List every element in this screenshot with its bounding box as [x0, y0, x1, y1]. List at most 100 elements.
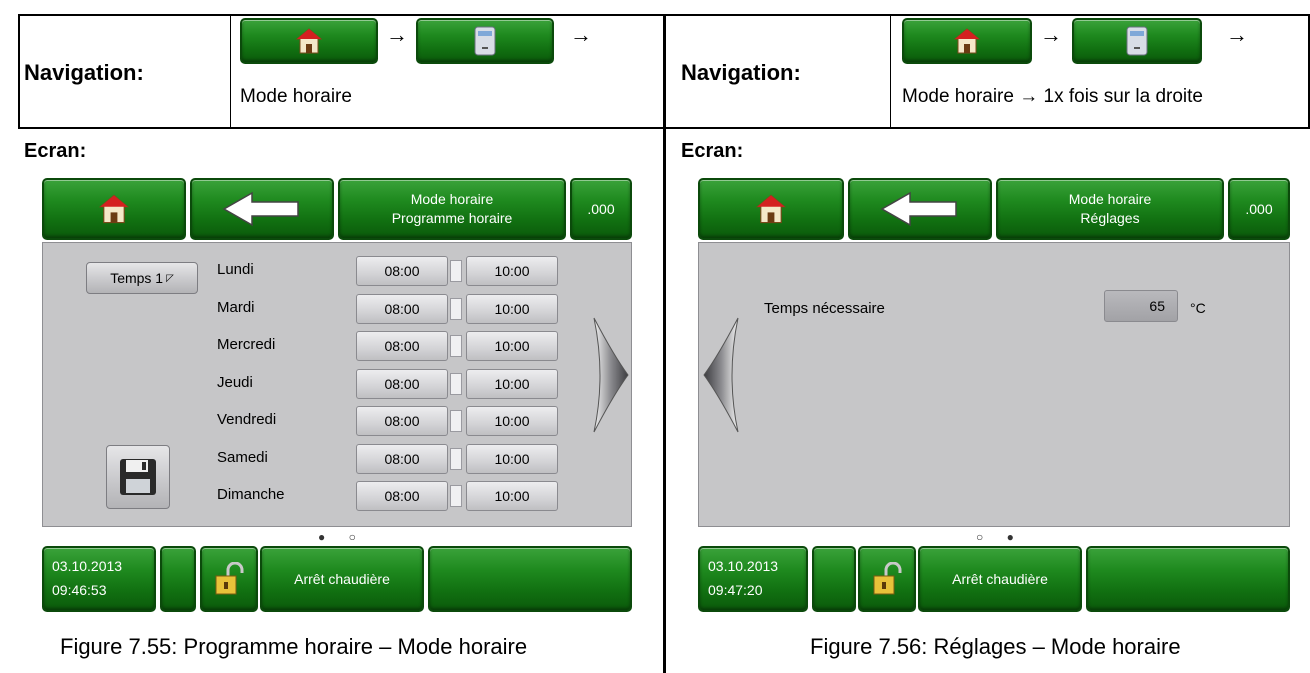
day-name: Mercredi [217, 336, 276, 353]
ecran-label-right: Ecran: [681, 140, 744, 162]
nav-path-text-right: Mode horaire → 1x fois sur la droite [902, 86, 1203, 107]
boiler-icon [474, 26, 496, 56]
nav-arrow-2: → [570, 22, 592, 47]
day-name: Samedi [217, 449, 268, 466]
end-time-field[interactable]: 10:00 [466, 369, 558, 399]
setting-unit: °C [1190, 300, 1206, 316]
time-text: 09:47:20 [708, 582, 763, 598]
time-separator [450, 410, 462, 432]
screen-title-button[interactable]: Mode horaire Programme horaire [338, 178, 566, 240]
unlocked-padlock-icon [873, 562, 902, 595]
screen-code: .000 [587, 200, 615, 217]
start-time-field[interactable]: 08:00 [356, 406, 448, 436]
day-name: Jeudi [217, 374, 253, 391]
screen-title-button-right[interactable]: Mode horaire Réglages [996, 178, 1224, 240]
setting-label: Temps nécessaire [764, 300, 885, 317]
table-col-divider-right [890, 14, 891, 129]
temps-button-label: Temps 1 [110, 270, 164, 286]
navigation-label: Navigation: [24, 60, 144, 85]
screen-code: .000 [1245, 200, 1273, 217]
save-button[interactable] [106, 445, 170, 509]
next-page-chevron-icon[interactable] [592, 316, 630, 434]
back-button-right[interactable] [848, 178, 992, 240]
time-separator [450, 260, 462, 282]
unlocked-padlock-icon [215, 562, 244, 595]
nav-boiler-button[interactable] [416, 18, 554, 64]
start-time-field[interactable]: 08:00 [356, 444, 448, 474]
back-button[interactable] [190, 178, 334, 240]
nav-path-text: Mode horaire [240, 86, 352, 107]
start-time-field[interactable]: 08:00 [356, 481, 448, 511]
table-left-border [18, 14, 20, 129]
code-button-right[interactable]: .000 [1228, 178, 1290, 240]
ecran-label: Ecran: [24, 140, 87, 162]
lock-button-right[interactable] [858, 546, 916, 612]
nav-arrow: → [386, 22, 408, 47]
footer-empty-button[interactable] [428, 546, 632, 612]
home-button-right[interactable] [698, 178, 844, 240]
time-separator [450, 298, 462, 320]
status-button[interactable]: Arrêt chaudière [260, 546, 424, 612]
start-time-field[interactable]: 08:00 [356, 369, 448, 399]
table-center-divider [663, 14, 666, 673]
footer-empty-button-right[interactable] [1086, 546, 1290, 612]
house-icon [295, 28, 323, 54]
end-time-field[interactable]: 10:00 [466, 444, 558, 474]
document-page: Navigation: → → Mode horaire Navigation:… [0, 0, 1310, 673]
table-col-divider [230, 14, 231, 129]
day-name: Vendredi [217, 411, 277, 428]
screen-title-line1: Mode horaire [410, 191, 494, 208]
setting-value: 65 [1149, 298, 1165, 314]
status-text: Arrêt chaudière [952, 570, 1048, 587]
screen-body-right [698, 242, 1290, 527]
end-time-field[interactable]: 10:00 [466, 294, 558, 324]
home-button[interactable] [42, 178, 186, 240]
page-indicator-right: ○ ● [976, 530, 1024, 544]
date-text: 03.10.2013 [708, 558, 779, 575]
day-name: Dimanche [217, 486, 285, 503]
floppy-disk-icon [120, 459, 156, 495]
navigation-label-right: Navigation: [681, 60, 801, 85]
status-button-right[interactable]: Arrêt chaudière [918, 546, 1082, 612]
end-time-field[interactable]: 10:00 [466, 481, 558, 511]
datetime-button[interactable]: 03.10.2013 09:46:53 [42, 546, 156, 612]
footer-blank-button-right[interactable] [812, 546, 856, 612]
nav-arrow-right: → [1040, 22, 1062, 47]
end-time-field[interactable]: 10:00 [466, 406, 558, 436]
nav-arrow-right-2: → [1226, 22, 1248, 47]
day-name: Mardi [217, 299, 255, 316]
nav-home-button-right[interactable] [902, 18, 1032, 64]
code-button[interactable]: .000 [570, 178, 632, 240]
figure-caption-left: Figure 7.55: Programme horaire – Mode ho… [60, 634, 528, 659]
screen-title-line2: Programme horaire [391, 210, 513, 226]
status-text: Arrêt chaudière [294, 570, 390, 587]
footer-blank-button[interactable] [160, 546, 196, 612]
previous-page-chevron-icon[interactable] [702, 316, 740, 434]
start-time-field[interactable]: 08:00 [356, 294, 448, 324]
day-name: Lundi [217, 261, 254, 278]
screen-title-line2: Réglages [1080, 210, 1140, 226]
page-indicator: ● ○ [318, 530, 366, 544]
figure-caption-right: Figure 7.56: Réglages – Mode horaire [810, 634, 1181, 659]
end-time-field[interactable]: 10:00 [466, 256, 558, 286]
boiler-icon [1126, 26, 1148, 56]
back-arrow-icon [222, 191, 299, 227]
time-separator [450, 485, 462, 507]
start-time-field[interactable]: 08:00 [356, 331, 448, 361]
end-time-field[interactable]: 10:00 [466, 331, 558, 361]
back-arrow-icon [880, 191, 957, 227]
start-time-field[interactable]: 08:00 [356, 256, 448, 286]
time-separator [450, 373, 462, 395]
nav-boiler-button-right[interactable] [1072, 18, 1202, 64]
nav-home-button[interactable] [240, 18, 378, 64]
datetime-button-right[interactable]: 03.10.2013 09:47:20 [698, 546, 808, 612]
time-separator [450, 335, 462, 357]
time-text: 09:46:53 [52, 582, 107, 598]
screen-title-line1: Mode horaire [1068, 191, 1152, 208]
house-icon [953, 28, 981, 54]
temps-1-button[interactable]: Temps 1 ◸ [86, 262, 198, 294]
setting-value-field[interactable]: 65 [1104, 290, 1178, 322]
house-icon [98, 194, 130, 224]
lock-button[interactable] [200, 546, 258, 612]
dropdown-icon: ◸ [166, 272, 174, 284]
